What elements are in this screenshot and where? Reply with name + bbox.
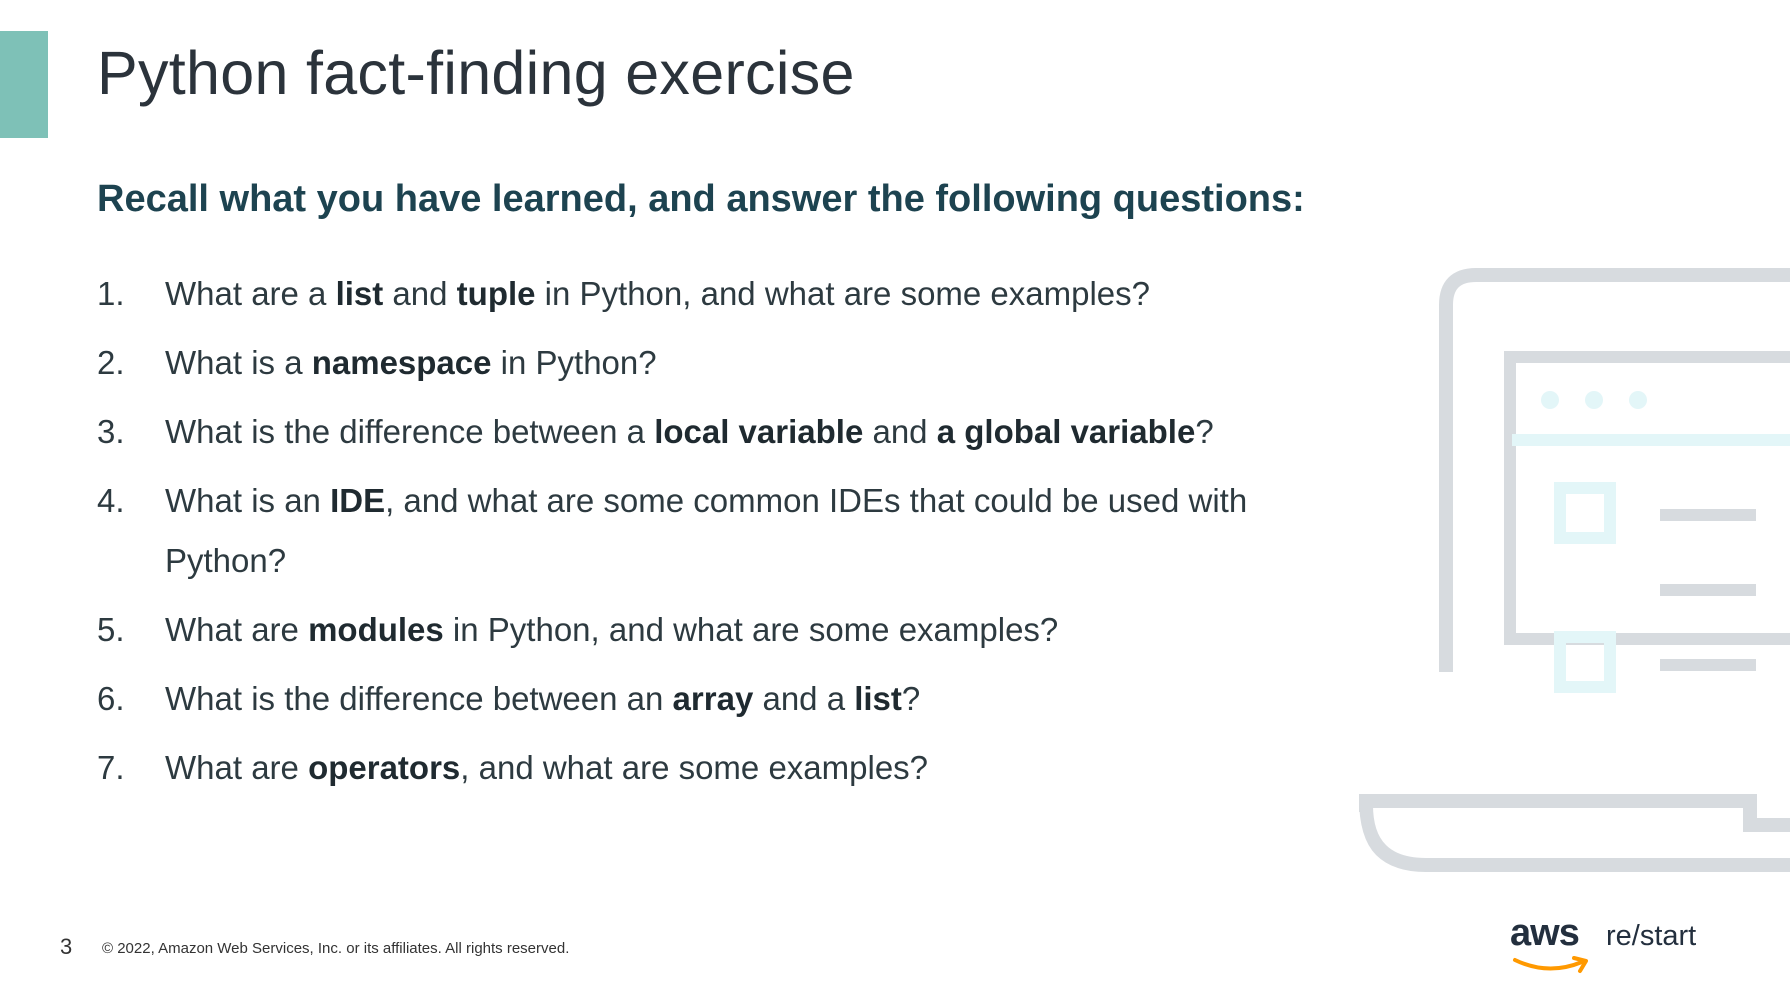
page-number: 3 bbox=[60, 934, 73, 959]
question-list: 1. What are a list and tuple in Python, a… bbox=[97, 264, 1297, 807]
question-keyword: modules bbox=[308, 611, 444, 648]
question-text-segment: What is an bbox=[165, 482, 331, 519]
question-number: 5. bbox=[97, 611, 125, 648]
question-keyword: list bbox=[335, 275, 384, 312]
question-text: What are a list and tuple in Python, and… bbox=[165, 264, 1297, 324]
question-number: 6. bbox=[97, 680, 125, 717]
question-number: 3. bbox=[97, 413, 125, 450]
slide-title: Python fact-finding exercise bbox=[97, 39, 855, 107]
question-text: What is a namespace in Python? bbox=[165, 333, 1297, 393]
question-item: 2. What is a namespace in Python? bbox=[97, 333, 1297, 393]
question-keyword: namespace bbox=[311, 344, 492, 381]
question-text-segment: in Python? bbox=[491, 344, 657, 381]
question-item: 6. What is the difference between an arra… bbox=[97, 669, 1297, 729]
question-text: What is the difference between a local v… bbox=[165, 402, 1297, 462]
question-item: 4. What is an IDE, and what are some comm… bbox=[97, 471, 1297, 591]
laptop-icon bbox=[1358, 268, 1790, 872]
question-text-segment: ? bbox=[901, 680, 921, 717]
question-text-segment: What is a bbox=[165, 344, 312, 381]
question-text-segment: in Python, and what are some examples? bbox=[443, 611, 1059, 648]
question-text: What is an IDE, and what are some common… bbox=[165, 471, 1297, 591]
question-text-segment: and bbox=[863, 413, 937, 450]
question-text-segment: and a bbox=[753, 680, 855, 717]
question-text-segment: What are bbox=[165, 611, 309, 648]
question-text-segment: in Python, and what are some examples? bbox=[535, 275, 1151, 312]
question-item: 1. What are a list and tuple in Python, a… bbox=[97, 264, 1297, 324]
question-keyword: a global variable bbox=[936, 413, 1196, 450]
question-number: 7. bbox=[97, 749, 125, 786]
question-item: 5. What are modules in Python, and what a… bbox=[97, 600, 1297, 660]
question-text-segment: , and what are some examples? bbox=[460, 749, 929, 786]
aws-smile-icon bbox=[1513, 956, 1588, 973]
question-text-segment: What are bbox=[165, 749, 309, 786]
logo-aws-text: aws bbox=[1510, 912, 1580, 954]
question-item: 3. What is the difference between a local… bbox=[97, 402, 1297, 462]
question-text-segment: What is the difference between an bbox=[165, 680, 673, 717]
question-text-segment: and bbox=[383, 275, 457, 312]
aws-restart-logo: aws re/start bbox=[1510, 910, 1710, 980]
question-number: 2. bbox=[97, 344, 125, 381]
logo-product-text: re/start bbox=[1606, 920, 1697, 952]
question-keyword: IDE bbox=[330, 482, 386, 519]
question-keyword: list bbox=[854, 680, 902, 717]
question-item: 7. What are operators, and what are some … bbox=[97, 738, 1297, 798]
question-text-segment: What are a bbox=[165, 275, 336, 312]
copyright-notice: © 2022, Amazon Web Services, Inc. or its… bbox=[102, 940, 570, 957]
question-text-segment: ? bbox=[1195, 413, 1214, 450]
slide: Python fact-finding exercise Recall what… bbox=[0, 0, 1790, 1001]
question-keyword: operators bbox=[308, 749, 461, 786]
question-keyword: tuple bbox=[456, 275, 536, 312]
question-number: 1. bbox=[97, 275, 125, 312]
slide-subtitle: Recall what you have learned, and answer… bbox=[97, 178, 1305, 220]
question-text: What is the difference between an array … bbox=[165, 669, 1297, 729]
question-keyword: local variable bbox=[654, 413, 864, 450]
question-text: What are operators, and what are some ex… bbox=[165, 738, 1297, 798]
question-text-segment: What is the difference between a bbox=[165, 413, 655, 450]
question-number: 4. bbox=[97, 482, 125, 519]
title-accent-bar bbox=[0, 31, 48, 138]
question-keyword: array bbox=[672, 680, 754, 717]
question-text: What are modules in Python, and what are… bbox=[165, 600, 1297, 660]
